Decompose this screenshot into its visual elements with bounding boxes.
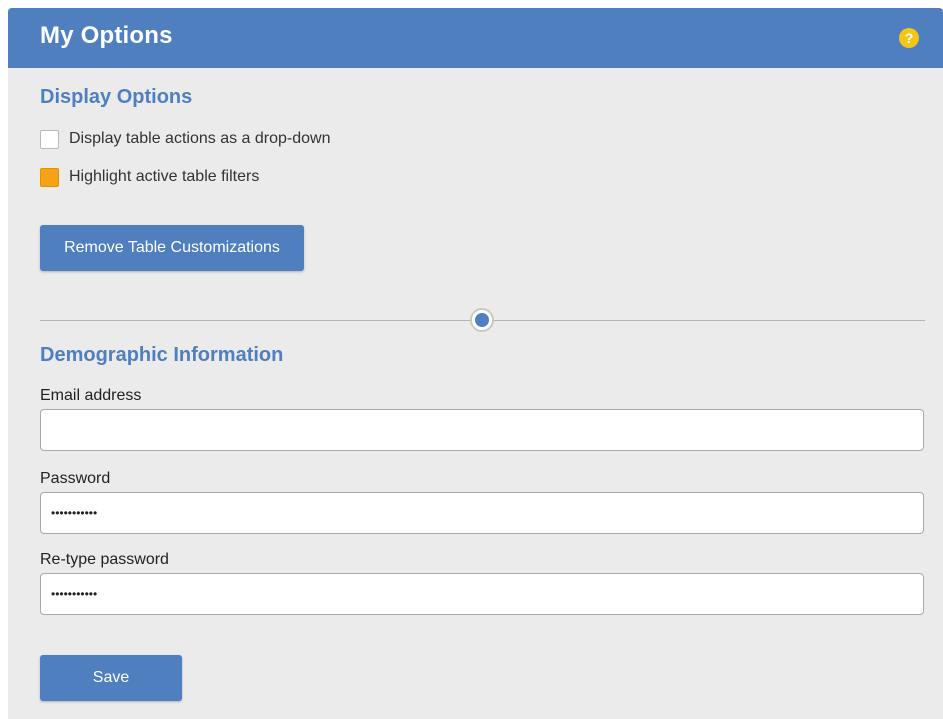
password-field[interactable] — [40, 492, 924, 534]
demographic-information-heading: Demographic Information — [40, 344, 284, 366]
divider-handle-icon[interactable] — [470, 308, 494, 332]
panel-header: My Options ? — [8, 8, 943, 68]
highlight-filters-checkbox[interactable] — [40, 167, 59, 187]
password-label: Password — [40, 470, 111, 487]
table-actions-dropdown-checkbox[interactable] — [40, 129, 59, 149]
save-button[interactable]: Save — [40, 655, 182, 701]
my-options-panel: My Options ? Display Options Display tab… — [8, 8, 943, 719]
panel-title: My Options — [40, 22, 173, 49]
help-icon[interactable]: ? — [899, 28, 919, 48]
checkbox-row-table-actions-dropdown[interactable]: Display table actions as a drop-down — [40, 128, 330, 150]
table-actions-dropdown-label: Display table actions as a drop-down — [69, 130, 331, 147]
highlight-filters-label: Highlight active table filters — [69, 168, 260, 185]
retype-password-label: Re-type password — [40, 551, 169, 568]
checkbox-row-highlight-filters[interactable]: Highlight active table filters — [40, 166, 259, 188]
display-options-heading: Display Options — [40, 86, 193, 108]
remove-table-customizations-button[interactable]: Remove Table Customizations — [40, 225, 304, 271]
email-label: Email address — [40, 387, 142, 404]
retype-password-field[interactable] — [40, 573, 924, 615]
email-field[interactable] — [40, 409, 924, 451]
